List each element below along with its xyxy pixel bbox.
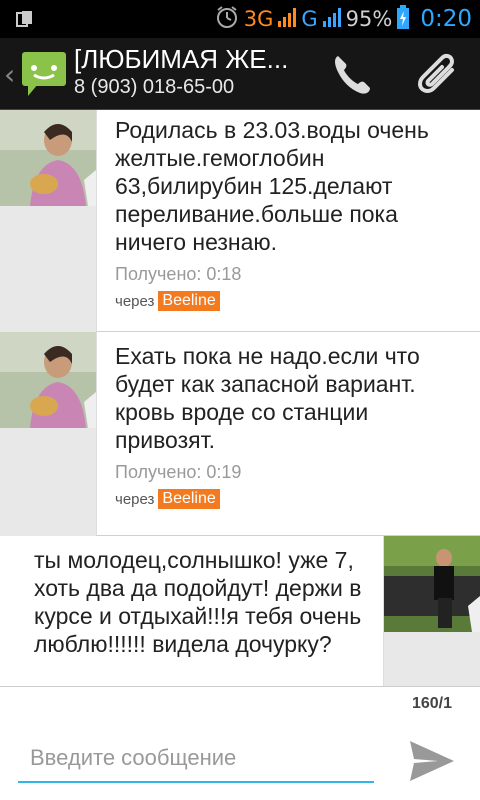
message-input[interactable] [18,735,374,783]
contact-name[interactable]: [ЛЮБИМАЯ ЖЕ... [74,44,288,75]
message-status: Получено: 0:18 [115,264,242,284]
compose-bar: 160/1 [0,686,480,800]
battery-charging-icon [396,4,410,34]
operator-badge: Beeline [158,291,220,311]
message-item[interactable]: Родилась в 23.03.воды очень желтые.гемог… [0,110,480,332]
message-status: Получено: 0:19 [115,462,242,482]
network-3g-label: 3G [243,7,274,31]
attach-button[interactable] [412,50,464,98]
via-label: через [115,490,155,508]
battery-percent: 95% [345,7,393,31]
call-button[interactable] [328,52,376,96]
clock: 0:20 [420,6,472,32]
network-g-label: G [301,7,318,31]
message-text: Родилась в 23.03.воды очень желтые.гемог… [115,117,429,255]
message-via: через Beeline [97,285,480,319]
status-bar: 3G G 95% 0:20 [0,0,480,38]
message-item[interactable]: ты молодец,солнышко! уже 7, хоть два да … [0,536,480,686]
phone-icon [335,56,370,94]
action-bar: ‹ [ЛЮБИМАЯ ЖЕ... 8 (903) 018-65-00 [0,38,480,110]
send-icon [410,741,454,781]
paperclip-icon [417,53,455,93]
back-chevron-icon[interactable]: ‹ [4,58,15,91]
my-avatar[interactable] [384,536,480,632]
message-item[interactable]: Ехать пока не надо.если что будет как за… [0,332,480,536]
contact-avatar[interactable] [0,332,96,428]
message-via: через Beeline [97,483,480,517]
message-list[interactable]: Родилась в 23.03.воды очень желтые.гемог… [0,110,480,686]
contact-avatar[interactable] [0,110,96,206]
alarm-icon [214,4,240,34]
sim-icon [16,10,34,32]
message-bubble-outgoing[interactable]: ты молодец,солнышко! уже 7, хоть два да … [0,536,384,686]
operator-badge: Beeline [158,489,220,509]
signal-orange-icon [277,6,297,32]
message-bubble-incoming[interactable]: Родилась в 23.03.воды очень желтые.гемог… [96,110,480,332]
char-counter: 160/1 [411,695,452,712]
signal-blue-icon [322,6,342,32]
via-label: через [115,292,155,310]
contact-phone[interactable]: 8 (903) 018-65-00 [74,76,234,99]
message-bubble-incoming[interactable]: Ехать пока не надо.если что будет как за… [96,332,480,536]
message-text: ты молодец,солнышко! уже 7, хоть два да … [34,547,362,657]
message-text: Ехать пока не надо.если что будет как за… [115,343,420,453]
send-button[interactable] [404,735,460,787]
sms-app-icon[interactable] [20,48,68,100]
